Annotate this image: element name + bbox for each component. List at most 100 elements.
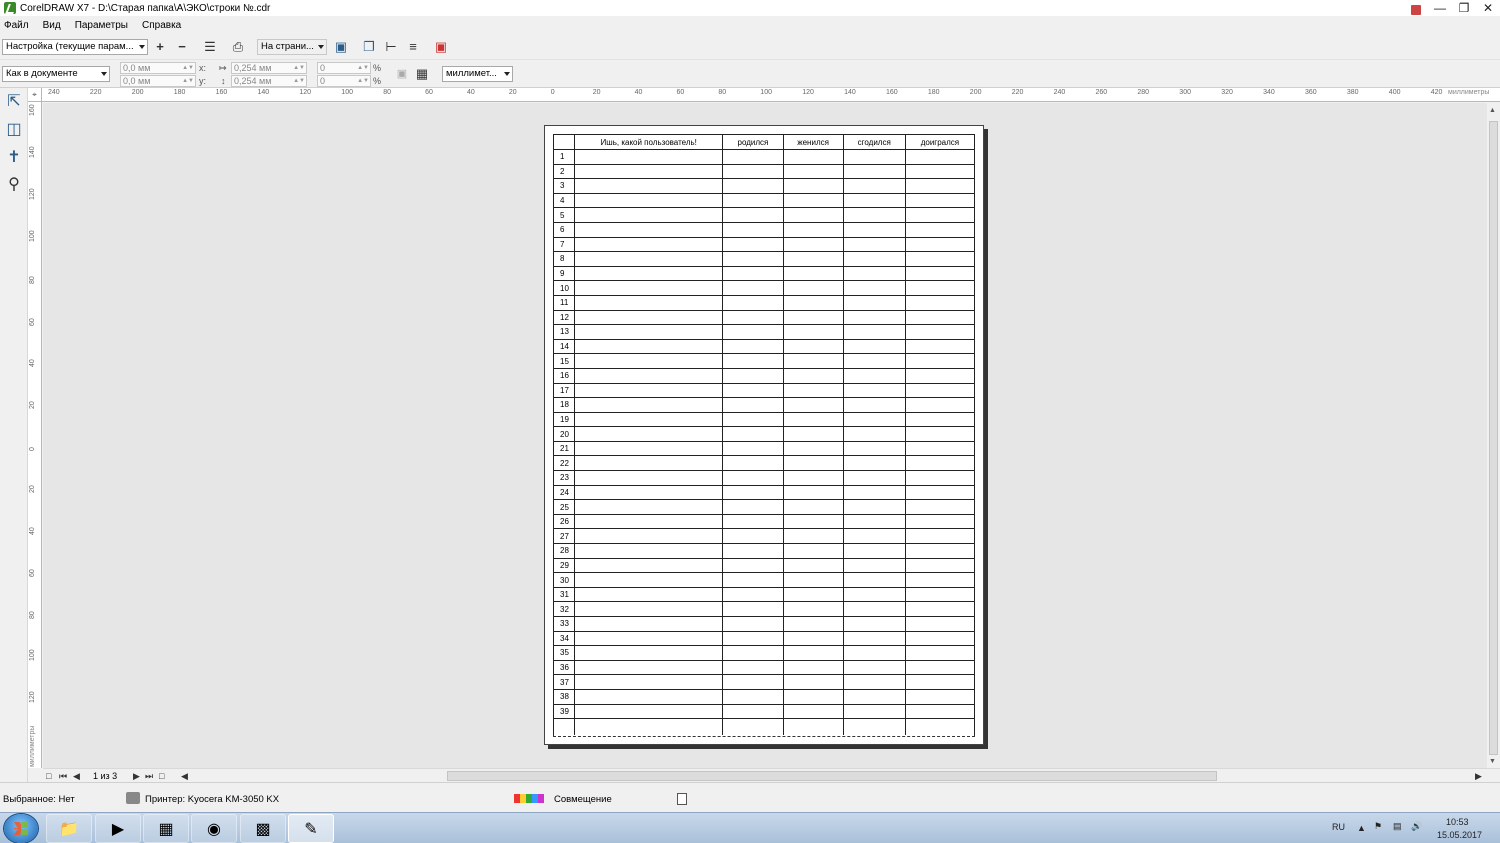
mirror-icon[interactable]: ≡ <box>406 40 420 54</box>
app-icon[interactable]: ▩ <box>240 814 286 843</box>
units-dropdown[interactable]: миллимет... <box>442 66 513 82</box>
first-page-icon[interactable]: ⏮ <box>59 769 67 783</box>
table-cell <box>842 294 906 311</box>
horizontal-scroll-thumb[interactable] <box>447 771 1217 781</box>
scale-x-input[interactable]: 0 ▲▼ <box>317 62 371 74</box>
menu-view[interactable]: Вид <box>43 20 61 31</box>
top-ruler-units: миллиметры <box>1448 89 1490 96</box>
invert-icon[interactable]: ⊢ <box>384 40 398 54</box>
table-cell <box>574 207 724 223</box>
menu-help[interactable]: Справка <box>142 20 181 31</box>
tray-expand-icon[interactable]: ▲ <box>1357 823 1366 833</box>
prev-page-icon[interactable]: ◀ <box>73 769 80 783</box>
clock-date[interactable]: 15.05.2017 <box>1437 830 1482 840</box>
table-cell <box>574 178 724 194</box>
volume-icon[interactable]: 🔊 <box>1411 821 1422 832</box>
size-height-input[interactable]: 0,254 мм ▲▼ <box>231 75 307 87</box>
start-button[interactable] <box>4 814 38 843</box>
zoom-dropdown[interactable]: На страни... <box>257 39 327 55</box>
row-number: 30 <box>552 572 576 588</box>
zoom-tool-icon[interactable]: ⚲ <box>4 175 24 195</box>
imposition-tool-icon[interactable]: ◫ <box>4 120 24 140</box>
ruler-tick-label: 200 <box>969 89 982 96</box>
restore-button[interactable]: ❐ <box>1452 0 1476 16</box>
calculator-icon[interactable]: ▦ <box>143 814 189 843</box>
table-cell <box>722 543 784 559</box>
size-width-input[interactable]: 0,254 мм ▲▼ <box>231 62 307 74</box>
scroll-up-icon[interactable]: ▲ <box>1489 107 1496 114</box>
account-icon[interactable] <box>1404 0 1428 16</box>
size-h-value: 0,254 мм <box>234 76 272 86</box>
scroll-down-icon[interactable]: ▼ <box>1489 758 1496 765</box>
table-cell <box>574 718 724 735</box>
page-preview[interactable]: Ишь, какой пользователь! родился женился… <box>544 125 984 745</box>
close-button[interactable]: ✕ <box>1476 0 1500 16</box>
vertical-scroll-thumb[interactable] <box>1489 121 1498 755</box>
table-cell <box>574 192 724 209</box>
next-page-icon[interactable]: ▶ <box>133 769 140 783</box>
row-number: 23 <box>552 470 576 486</box>
table-cell <box>574 411 724 428</box>
marks-placement-tool-icon[interactable]: ✝ <box>4 148 24 168</box>
height-arrow-icon: ↕ <box>221 76 226 86</box>
table-cell <box>842 572 906 588</box>
print-options-icon[interactable]: ☰ <box>203 40 217 54</box>
table-cell <box>904 236 976 253</box>
vertical-scrollbar[interactable]: ▲ ▼ <box>1487 103 1500 768</box>
menu-file[interactable]: Файл <box>4 20 29 31</box>
table-cell <box>574 338 724 355</box>
row-number: 14 <box>552 338 576 355</box>
add-page-after-icon[interactable]: □ <box>159 769 164 783</box>
table-row: 15 <box>552 353 976 369</box>
table-cell <box>574 601 724 617</box>
color-separations-icon[interactable]: ❐ <box>362 40 376 54</box>
orientation-dropdown[interactable]: Как в документе <box>2 66 110 82</box>
table-cell <box>574 557 724 574</box>
tile-icon[interactable]: ▦ <box>415 67 429 81</box>
table-cell <box>904 251 976 267</box>
row-number: 20 <box>552 426 576 442</box>
coreldraw-taskbar-icon[interactable]: ✎ <box>288 814 334 843</box>
y-label: y: <box>199 76 207 86</box>
clock-time[interactable]: 10:53 <box>1446 817 1469 827</box>
table-cell <box>904 543 976 559</box>
explorer-icon[interactable]: 📁 <box>46 814 92 843</box>
preset-dropdown[interactable]: Настройка (текущие парам... <box>2 39 148 55</box>
table-row: 10 <box>552 280 976 296</box>
table-cell <box>842 659 906 676</box>
pick-tool-icon[interactable]: ⇱ <box>4 92 24 112</box>
scale-y-input[interactable]: 0 ▲▼ <box>317 75 371 87</box>
minimize-button[interactable]: — <box>1428 0 1452 16</box>
table-cell <box>782 484 844 501</box>
scroll-right-icon[interactable]: ▶ <box>1475 769 1482 783</box>
document-info-icon[interactable] <box>677 793 687 805</box>
media-player-icon[interactable]: ▶ <box>95 814 141 843</box>
table-cell <box>842 528 906 545</box>
table-cell <box>904 149 976 165</box>
position-y-input[interactable]: 0,0 мм ▲▼ <box>120 75 196 87</box>
language-indicator[interactable]: RU <box>1332 822 1345 832</box>
close-preview-icon[interactable]: ▣ <box>434 40 448 54</box>
table-cell <box>722 674 784 690</box>
toolbox: ⇱ ◫ ✝ ⚲ <box>0 88 28 782</box>
table-cell <box>782 440 844 457</box>
lock-ratio-icon[interactable]: ▣ <box>395 67 409 81</box>
add-page-before-icon[interactable]: □ <box>46 769 51 783</box>
print-icon[interactable]: ⎙ <box>231 40 245 54</box>
row-number: 18 <box>552 397 576 413</box>
network-icon[interactable]: ▤ <box>1393 821 1402 832</box>
table-cell <box>904 586 976 603</box>
table-row: 12 <box>552 309 976 326</box>
chrome-icon[interactable]: ◉ <box>191 814 237 843</box>
position-x-input[interactable]: 0,0 мм ▲▼ <box>120 62 196 74</box>
full-screen-icon[interactable]: ▣ <box>334 40 348 54</box>
add-preset-icon[interactable]: + <box>153 40 167 54</box>
remove-preset-icon[interactable]: − <box>175 40 189 54</box>
action-center-icon[interactable]: ⚑ <box>1374 821 1382 832</box>
ruler-origin-icon[interactable]: ⌖ <box>28 88 42 102</box>
scroll-left-icon[interactable]: ◀ <box>181 769 188 783</box>
table-cell <box>782 659 844 676</box>
table-cell <box>842 586 906 603</box>
menu-options[interactable]: Параметры <box>75 20 128 31</box>
last-page-icon[interactable]: ⏭ <box>145 769 153 783</box>
